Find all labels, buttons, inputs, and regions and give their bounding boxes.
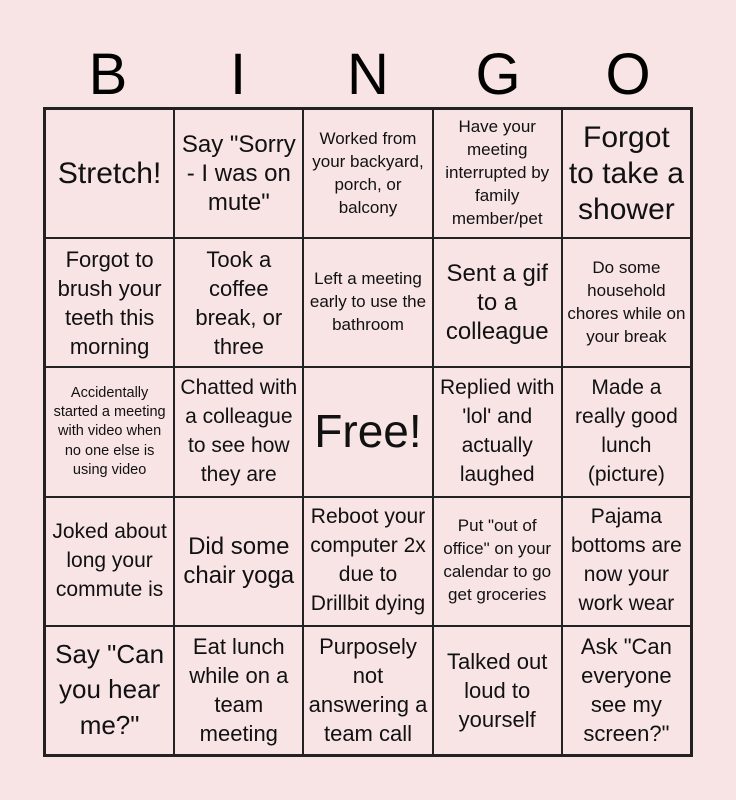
bingo-cell[interactable]: Took a coffee break, or three bbox=[174, 238, 304, 368]
bingo-cell[interactable]: Left a meeting early to use the bathroom bbox=[303, 238, 433, 368]
bingo-cell[interactable]: Eat lunch while on a team meeting bbox=[174, 625, 304, 755]
bingo-cell[interactable]: Forgot to take a shower bbox=[561, 109, 691, 239]
bingo-cell[interactable]: Did some chair yoga bbox=[174, 496, 304, 626]
bingo-cell[interactable]: Have your meeting interrupted by family … bbox=[432, 109, 562, 239]
bingo-card: Stretch! Say "Sorry - I was on mute" Wor… bbox=[43, 107, 693, 757]
bingo-header: B I N G O bbox=[43, 42, 693, 108]
bingo-cell[interactable]: Sent a gif to a colleague bbox=[432, 238, 562, 368]
bingo-cell[interactable]: Chatted with a colleague to see how they… bbox=[174, 367, 304, 497]
bingo-cell[interactable]: Forgot to brush your teeth this morning bbox=[45, 238, 175, 368]
bingo-cell[interactable]: Replied with 'lol' and actually laughed bbox=[432, 367, 562, 497]
bingo-cell[interactable]: Purposely not answering a team call bbox=[303, 625, 433, 755]
header-letter-i: I bbox=[229, 42, 247, 107]
header-letter-o: O bbox=[605, 42, 651, 107]
bingo-cell[interactable]: Put "out of office" on your calendar to … bbox=[432, 496, 562, 626]
bingo-cell[interactable]: Joked about long your commute is bbox=[45, 496, 175, 626]
bingo-cell[interactable]: Say "Can you hear me?" bbox=[45, 625, 175, 755]
bingo-cell[interactable]: Reboot your computer 2x due to Drillbit … bbox=[303, 496, 433, 626]
bingo-cell[interactable]: Talked out loud to yourself bbox=[432, 625, 562, 755]
header-letter-n: N bbox=[347, 42, 389, 107]
bingo-cell[interactable]: Worked from your backyard, porch, or bal… bbox=[303, 109, 433, 239]
bingo-cell[interactable]: Ask "Can everyone see my screen?" bbox=[561, 625, 691, 755]
free-space[interactable]: Free! bbox=[303, 367, 433, 497]
bingo-cell[interactable]: Do some household chores while on your b… bbox=[561, 238, 691, 368]
bingo-cell[interactable]: Stretch! bbox=[45, 109, 175, 239]
header-letter-g: G bbox=[475, 42, 521, 107]
bingo-cell[interactable]: Pajama bottoms are now your work wear bbox=[561, 496, 691, 626]
bingo-cell[interactable]: Say "Sorry - I was on mute" bbox=[174, 109, 304, 239]
bingo-cell[interactable]: Made a really good lunch (picture) bbox=[561, 367, 691, 497]
header-letter-b: B bbox=[88, 42, 128, 107]
bingo-cell[interactable]: Accidentally started a meeting with vide… bbox=[45, 367, 175, 497]
